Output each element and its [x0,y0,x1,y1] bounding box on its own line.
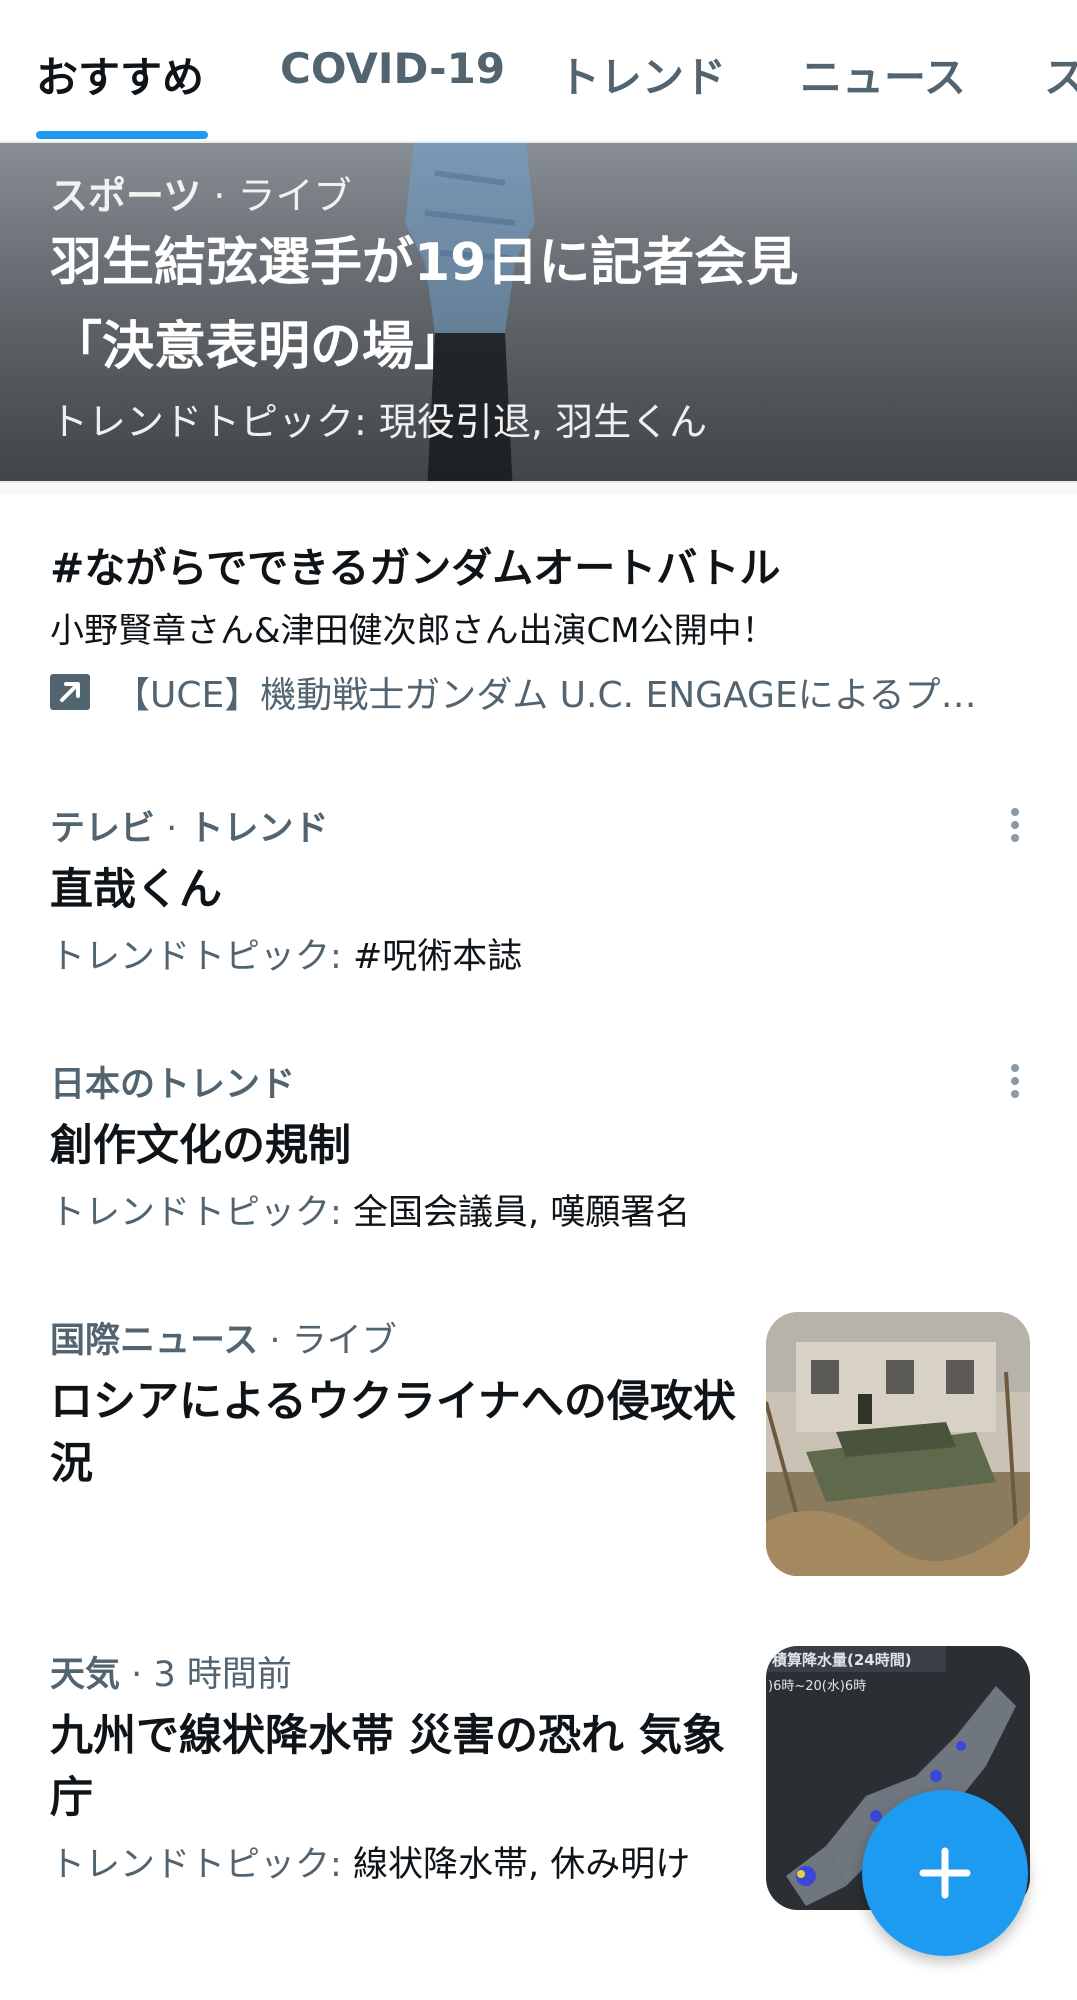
trend-topics-label: トレンドトピック: [50,937,342,977]
tab-news[interactable]: ニュース [800,44,966,105]
trend-item[interactable]: 天気 · 3 時間前 九州で線状降水帯 災害の恐れ 気象庁 トレンドトピック: … [50,1646,750,1889]
hero-meta: スポーツ · ライブ [50,165,352,220]
compose-button[interactable] [862,1790,1028,1956]
trend-status: ライブ [291,1321,397,1361]
tab-sports[interactable]: ス [1044,44,1077,105]
hero-status: ライブ [237,174,352,218]
trend-status: 3 時間前 [153,1655,292,1695]
active-tab-indicator [36,131,208,139]
promoted-description: 小野賢章さん&津田健次郎さん出演CM公開中！ [50,611,776,651]
news-thumbnail-image[interactable] [766,1312,1030,1576]
trend-title: 創作文化の規制 [50,1121,351,1171]
trend-topics: トレンドトピック: 全国会議員, 嘆願署名 [50,1189,1030,1237]
tab-covid-19[interactable]: COVID-19 [280,44,505,93]
more-options-icon[interactable] [1000,1058,1030,1104]
trend-title: 九州で線状降水帯 災害の恐れ 気象庁 [50,1711,725,1823]
hero-topics-value: 現役引退, 羽生くん [378,400,708,444]
hero-title-line1: 羽生結弦選手が19日に記者会見 [50,233,799,293]
promoted-link-text: 【UCE】機動戦士ガンダム U.C. ENGAGEによるプ… [114,675,977,716]
hero-topics: トレンドトピック: 現役引退, 羽生くん [50,391,707,446]
promoted-trend[interactable]: #ながらでできるガンダムオートバトル 小野賢章さん&津田健次郎さん出演CM公開中… [50,540,1050,718]
trend-meta: テレビ · トレンド [50,800,1030,851]
hero-title: 羽生結弦選手が19日に記者会見 「決意表明の場」 [50,221,950,389]
trend-topics: トレンドトピック: 線状降水帯, 休み明け [50,1841,750,1889]
trend-topics-value: 線状降水帯, 休み明け [352,1845,691,1885]
plus-icon [919,1847,971,1899]
trend-topics-value: #呪術本誌 [352,937,523,977]
trend-item[interactable]: テレビ · トレンド 直哉くん トレンドトピック: #呪術本誌 [50,800,1030,981]
hero-trend-card[interactable]: スポーツ · ライブ 羽生結弦選手が19日に記者会見 「決意表明の場」 トレンド… [0,143,1077,481]
trend-category: テレビ [50,809,156,849]
tab-trending[interactable]: トレンド [558,44,726,105]
trend-category: 天気 [50,1655,121,1695]
section-divider [0,481,1077,494]
trend-meta: 国際ニュース · ライブ [50,1312,750,1363]
tab-for-you[interactable]: おすすめ [36,44,204,105]
trend-separator: · [166,809,178,849]
trend-separator: · [269,1321,281,1361]
weather-map-subheader: )6時~20(水)6時 [768,1679,866,1694]
trend-item[interactable]: 国際ニュース · ライブ ロシアによるウクライナへの侵攻状況 [50,1312,750,1495]
weather-map-header: 積算降水量(24時間) [771,1651,912,1669]
hero-separator: · [213,174,226,218]
hero-topics-label: トレンドトピック: [50,400,367,444]
trend-status: トレンド [188,809,329,849]
hero-title-line2: 「決意表明の場」 [50,317,467,377]
trend-topics: トレンドトピック: #呪術本誌 [50,933,1030,981]
trend-item[interactable]: 日本のトレンド 創作文化の規制 トレンドトピック: 全国会議員, 嘆願署名 [50,1056,1030,1237]
trend-category: 日本のトレンド [50,1065,296,1105]
trend-title: 直哉くん [50,865,222,915]
tab-bar: おすすめ COVID-19 トレンド ニュース ス [0,0,1077,143]
trend-title: ロシアによるウクライナへの侵攻状況 [50,1377,736,1489]
trend-topics-value: 全国会議員, 嘆願署名 [352,1193,691,1233]
trend-separator: · [131,1655,143,1695]
promoted-title: #ながらでできるガンダムオートバトル [50,544,781,592]
external-link-arrow-icon [50,674,90,710]
trend-topics-label: トレンドトピック: [50,1845,342,1885]
trend-meta: 天気 · 3 時間前 [50,1646,750,1697]
hero-category: スポーツ [50,174,202,218]
more-options-icon[interactable] [1000,802,1030,848]
trend-category: 国際ニュース [50,1321,259,1361]
promoted-link[interactable]: 【UCE】機動戦士ガンダム U.C. ENGAGEによるプ… [50,666,1050,718]
trend-meta: 日本のトレンド [50,1056,1030,1107]
trend-topics-label: トレンドトピック: [50,1193,342,1233]
